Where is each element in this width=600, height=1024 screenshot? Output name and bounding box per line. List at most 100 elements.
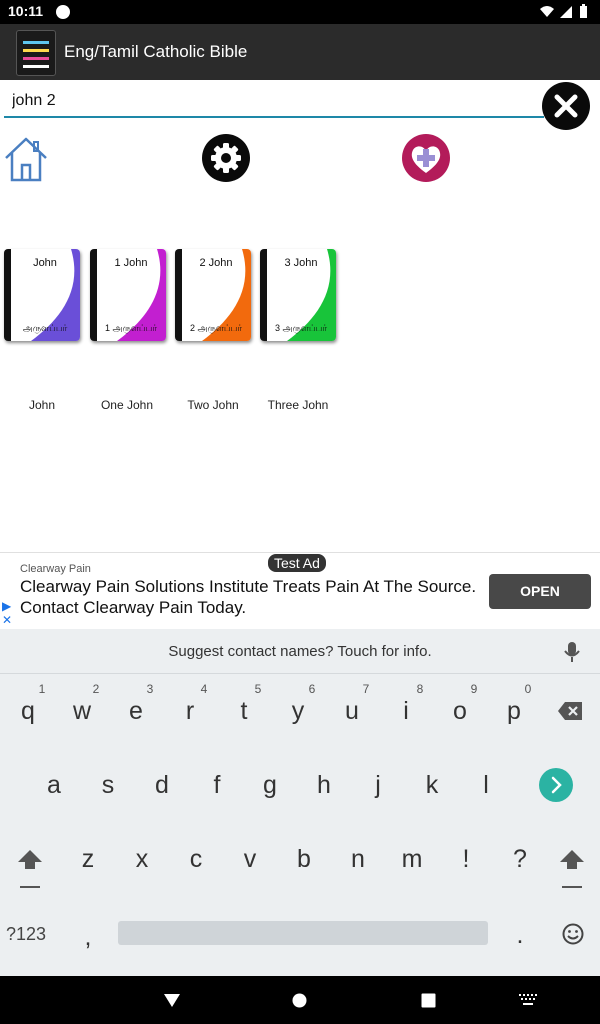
book-cover-subtitle: அருளப்பர் bbox=[22, 323, 68, 333]
key-a[interactable]: a bbox=[34, 771, 74, 800]
emoji-icon[interactable] bbox=[562, 923, 584, 945]
home-nav-icon[interactable] bbox=[292, 993, 307, 1008]
symbols-key[interactable]: ?123 bbox=[6, 924, 46, 945]
book-spine bbox=[4, 249, 11, 341]
navigation-bar bbox=[0, 976, 600, 1024]
key-o[interactable]: o bbox=[440, 697, 480, 726]
on-screen-keyboard: Suggest contact names? Touch for info. 1… bbox=[0, 629, 600, 976]
key-number-hint: 8 bbox=[416, 682, 424, 696]
back-icon[interactable] bbox=[163, 992, 181, 1008]
backspace-icon[interactable] bbox=[557, 701, 583, 721]
key-exclamation[interactable]: ! bbox=[446, 845, 486, 874]
book-cover[interactable]: John அருளப்பர் bbox=[4, 249, 80, 341]
search-input[interactable] bbox=[4, 86, 544, 118]
keyboard-switch-icon[interactable] bbox=[519, 994, 537, 1006]
key-h[interactable]: h bbox=[304, 771, 344, 800]
key-p[interactable]: p bbox=[494, 697, 534, 726]
ad-open-button[interactable]: OPEN bbox=[489, 574, 591, 609]
status-time: 10:11 bbox=[8, 3, 44, 19]
book-cover[interactable]: 1 John 1 அருளப்பர் bbox=[90, 249, 166, 341]
book-label[interactable]: John bbox=[0, 398, 84, 412]
key-number-hint: 2 bbox=[92, 682, 100, 696]
book-label[interactable]: Two John bbox=[171, 398, 255, 412]
key-d[interactable]: d bbox=[142, 771, 182, 800]
ad-banner[interactable]: Test Ad Clearway Pain Clearway Pain Solu… bbox=[0, 552, 600, 630]
home-button[interactable] bbox=[2, 136, 50, 182]
key-i[interactable]: i bbox=[386, 697, 426, 726]
go-button[interactable] bbox=[539, 768, 573, 802]
book-cover[interactable]: 2 John 2 அருளப்பர் bbox=[175, 249, 251, 341]
wifi-battery-icon bbox=[540, 4, 587, 18]
app-logo-icon bbox=[16, 30, 56, 76]
key-number-hint: 7 bbox=[362, 682, 370, 696]
book-spine bbox=[175, 249, 182, 341]
status-bar: 10:11 bbox=[0, 0, 600, 24]
book-cover-title: John bbox=[33, 257, 57, 269]
heart-plus-icon bbox=[411, 146, 441, 173]
suggestion-text: Suggest contact names? Touch for info. bbox=[168, 643, 432, 660]
key-number-hint: 4 bbox=[200, 682, 208, 696]
book-cover-subtitle: 2 அருளப்பர் bbox=[189, 323, 243, 333]
key-number-hint: 9 bbox=[470, 682, 478, 696]
key-n[interactable]: n bbox=[338, 845, 378, 874]
key-k[interactable]: k bbox=[412, 771, 452, 800]
key-q[interactable]: q bbox=[8, 697, 48, 726]
key-v[interactable]: v bbox=[230, 845, 270, 874]
key-f[interactable]: f bbox=[197, 771, 237, 800]
favorites-button[interactable] bbox=[402, 134, 450, 182]
key-b[interactable]: b bbox=[284, 845, 324, 874]
chevron-right-icon bbox=[551, 776, 562, 794]
book-cover-title: 1 John bbox=[114, 257, 148, 269]
gear-icon bbox=[211, 143, 241, 173]
book-cover[interactable]: 3 John 3 அருளப்பர் bbox=[260, 249, 336, 341]
app-title: Eng/Tamil Catholic Bible bbox=[64, 42, 248, 61]
key-s[interactable]: s bbox=[88, 771, 128, 800]
key-t[interactable]: t bbox=[224, 697, 264, 726]
key-y[interactable]: y bbox=[278, 697, 318, 726]
notification-icon bbox=[56, 5, 70, 19]
book-cover-title: 3 John bbox=[284, 257, 318, 269]
key-r[interactable]: r bbox=[170, 697, 210, 726]
key-w[interactable]: w bbox=[62, 697, 102, 726]
book-label[interactable]: Three John bbox=[256, 398, 340, 412]
shift-left-icon[interactable] bbox=[17, 847, 43, 889]
settings-button[interactable] bbox=[202, 134, 250, 182]
status-icons bbox=[538, 4, 592, 23]
shift-right-icon[interactable] bbox=[559, 847, 585, 889]
key-z[interactable]: z bbox=[68, 845, 108, 874]
period-key[interactable]: . bbox=[500, 921, 540, 950]
key-g[interactable]: g bbox=[250, 771, 290, 800]
adchoices-icon[interactable]: ▶ ✕ bbox=[2, 599, 12, 627]
app-bar: Eng/Tamil Catholic Bible bbox=[0, 24, 600, 80]
test-ad-badge: Test Ad bbox=[268, 554, 326, 572]
book-cover-subtitle: 3 அருளப்பர் bbox=[274, 323, 328, 333]
key-number-hint: 0 bbox=[524, 682, 532, 696]
book-spine bbox=[90, 249, 97, 341]
key-number-hint: 3 bbox=[146, 682, 154, 696]
book-spine bbox=[260, 249, 267, 341]
space-bar[interactable] bbox=[118, 921, 488, 945]
key-x[interactable]: x bbox=[122, 845, 162, 874]
close-icon bbox=[554, 94, 578, 118]
comma-key[interactable]: , bbox=[68, 923, 108, 952]
recents-icon[interactable] bbox=[421, 993, 436, 1008]
clear-search-button[interactable] bbox=[542, 82, 590, 130]
key-j[interactable]: j bbox=[358, 771, 398, 800]
book-label[interactable]: One John bbox=[85, 398, 169, 412]
key-u[interactable]: u bbox=[332, 697, 372, 726]
microphone-icon[interactable] bbox=[563, 641, 581, 663]
ad-headline[interactable]: Clearway Pain Solutions Institute Treats… bbox=[20, 576, 480, 618]
key-number-hint: 6 bbox=[308, 682, 316, 696]
key-number-hint: 5 bbox=[254, 682, 262, 696]
key-m[interactable]: m bbox=[392, 845, 432, 874]
book-cover-subtitle: 1 அருளப்பர் bbox=[104, 323, 158, 333]
key-question[interactable]: ? bbox=[500, 845, 540, 874]
key-e[interactable]: e bbox=[116, 697, 156, 726]
ad-advertiser: Clearway Pain bbox=[20, 563, 91, 575]
suggestion-strip[interactable]: Suggest contact names? Touch for info. bbox=[0, 629, 600, 674]
book-cover-title: 2 John bbox=[199, 257, 233, 269]
key-c[interactable]: c bbox=[176, 845, 216, 874]
home-icon bbox=[5, 137, 47, 182]
key-l[interactable]: l bbox=[466, 771, 506, 800]
key-number-hint: 1 bbox=[38, 682, 46, 696]
